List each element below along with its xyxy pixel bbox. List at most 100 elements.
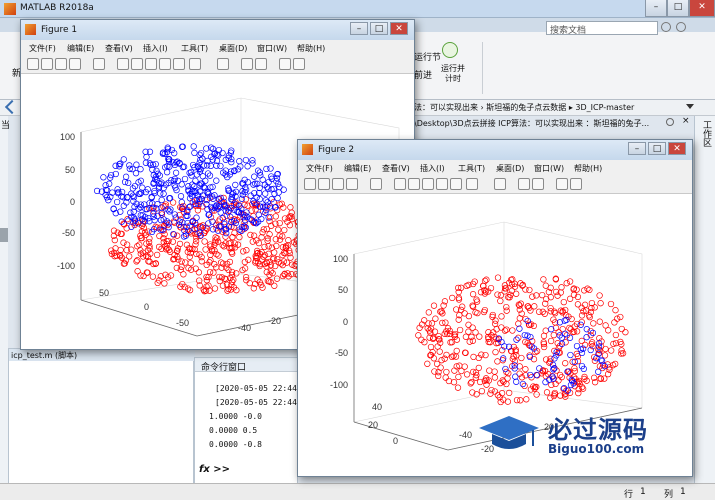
editor-panel-title[interactable]: icp_test.m (脚本) [11,350,77,361]
figure-1-close-button[interactable]: ✕ [390,22,408,35]
figure-menu-item[interactable]: 编辑(E) [67,43,94,54]
figure-1-maximize-button[interactable]: □ [370,22,388,35]
search-docs-input[interactable]: 搜索文档 [546,21,658,36]
figure-2-red-point [516,315,523,322]
new-figure-icon[interactable] [27,58,39,70]
advance-label[interactable]: 前进 [414,68,432,81]
left-sidebar-tab[interactable] [0,228,8,242]
figure-1-blue-point [113,198,121,206]
close-button[interactable]: ✕ [689,0,715,17]
hide-tools-icon[interactable] [279,58,291,70]
close-panel-icon[interactable]: × [682,116,690,126]
zoom-out-icon[interactable] [408,178,420,190]
show-tools-icon[interactable] [293,58,305,70]
main-titlebar: MATLAB R2018a – □ ✕ [0,0,715,18]
figure-2-red-point [492,317,499,324]
figure-menu-item[interactable]: 编辑(E) [344,163,371,174]
link-icon[interactable] [494,178,506,190]
figure-1-z-tick-label: 100 [60,132,75,142]
data-cursor-icon[interactable] [173,58,185,70]
help-icon[interactable] [676,22,686,32]
figure-1-red-point [288,209,295,216]
figure-menu-item[interactable]: 工具(T) [458,163,485,174]
minimize-button[interactable]: – [645,0,667,17]
link-icon[interactable] [217,58,229,70]
figure-menu-item[interactable]: 工具(T) [181,43,208,54]
figure-2-red-point [566,295,574,302]
figure-menu-item[interactable]: 桌面(D) [496,163,524,174]
zoom-out-icon[interactable] [131,58,143,70]
figure-2-red-point [491,368,498,375]
figure-2-red-point [497,297,504,305]
save-icon[interactable] [332,178,344,190]
print-icon[interactable] [69,58,81,70]
legend-icon[interactable] [532,178,544,190]
figure-menu-item[interactable]: 帮助(H) [574,163,602,174]
back-icon[interactable] [4,99,20,115]
figure-2-red-point [531,303,538,310]
search-placeholder: 搜索文档 [550,26,587,36]
pointer-icon[interactable] [370,178,382,190]
figure-1-red-point [195,269,203,276]
pointer-icon[interactable] [93,58,105,70]
figure-menu-item[interactable]: 窗口(W) [534,163,564,174]
print-icon[interactable] [346,178,358,190]
figure-2-red-point [522,286,529,293]
figure-1-red-point [247,231,254,239]
figure-2-titlebar[interactable]: Figure 2 – □ ✕ [298,140,692,160]
figure-1-z-tick-label: 50 [65,165,75,175]
figure-2-y-tick-label: 0 [393,436,398,446]
figure-1-minimize-button[interactable]: – [350,22,368,35]
command-prompt[interactable]: fx >> [199,464,230,475]
zoom-in-icon[interactable] [394,178,406,190]
figure-menu-item[interactable]: 桌面(D) [219,43,247,54]
figure-2-minimize-button[interactable]: – [628,142,646,155]
figure-2-red-point [566,278,574,285]
colorbar-icon[interactable] [241,58,253,70]
folder-options-icon[interactable] [666,118,674,126]
run-section-label[interactable]: 运行节 [414,50,441,63]
run-and-time-label[interactable]: 运行并 计时 [438,64,468,84]
figure-1-title: Figure 1 [41,25,78,35]
figure-menu-item[interactable]: 窗口(W) [257,43,287,54]
open-icon[interactable] [41,58,53,70]
workspace-sidebar[interactable]: 工作区 [694,116,715,483]
legend-icon[interactable] [255,58,267,70]
open-icon[interactable] [318,178,330,190]
app-title: MATLAB R2018a [20,3,94,13]
hide-tools-icon[interactable] [556,178,568,190]
pan-icon[interactable] [422,178,434,190]
figure-1-titlebar[interactable]: Figure 1 – □ ✕ [21,20,414,40]
figure-menu-item[interactable]: 文件(F) [306,163,333,174]
figure-2-red-point [466,338,473,345]
figure-2-close-button[interactable]: ✕ [668,142,686,155]
figure-menu-item[interactable]: 插入(I) [420,163,445,174]
data-cursor-icon[interactable] [450,178,462,190]
colorbar-icon[interactable] [518,178,530,190]
brush-icon[interactable] [189,58,201,70]
save-icon[interactable] [55,58,67,70]
show-tools-icon[interactable] [570,178,582,190]
figure-menu-item[interactable]: 插入(I) [143,43,168,54]
workspace-sidebar-label[interactable]: 工作区 [700,120,713,147]
figure-menu-item[interactable]: 查看(V) [382,163,410,174]
figure-menu-item[interactable]: 文件(F) [29,43,56,54]
figure-menu-item[interactable]: 查看(V) [105,43,133,54]
brush-icon[interactable] [466,178,478,190]
command-window[interactable]: 命令行窗口 [2020-05-05 22:44 [2020-05-05 22:4… [194,357,299,484]
address-path[interactable]: 法：可以实现出来 › 斯坦福的兔子点云数据 ▸ 3D_ICP-master [414,102,634,113]
figure-2-maximize-button[interactable]: □ [648,142,666,155]
new-figure-icon[interactable] [304,178,316,190]
figure-1-red-point [265,250,272,257]
zoom-in-icon[interactable] [117,58,129,70]
figure-menu-item[interactable]: 帮助(H) [297,43,325,54]
pan-icon[interactable] [145,58,157,70]
address-dropdown-icon[interactable] [686,104,694,109]
figure-2-blue-point [516,325,523,332]
figure-2-blue-point [512,373,519,380]
filter-icon[interactable] [661,22,671,32]
maximize-button[interactable]: □ [667,0,689,17]
run-and-time-icon[interactable] [442,42,458,58]
rotate-icon[interactable] [436,178,448,190]
rotate-icon[interactable] [159,58,171,70]
